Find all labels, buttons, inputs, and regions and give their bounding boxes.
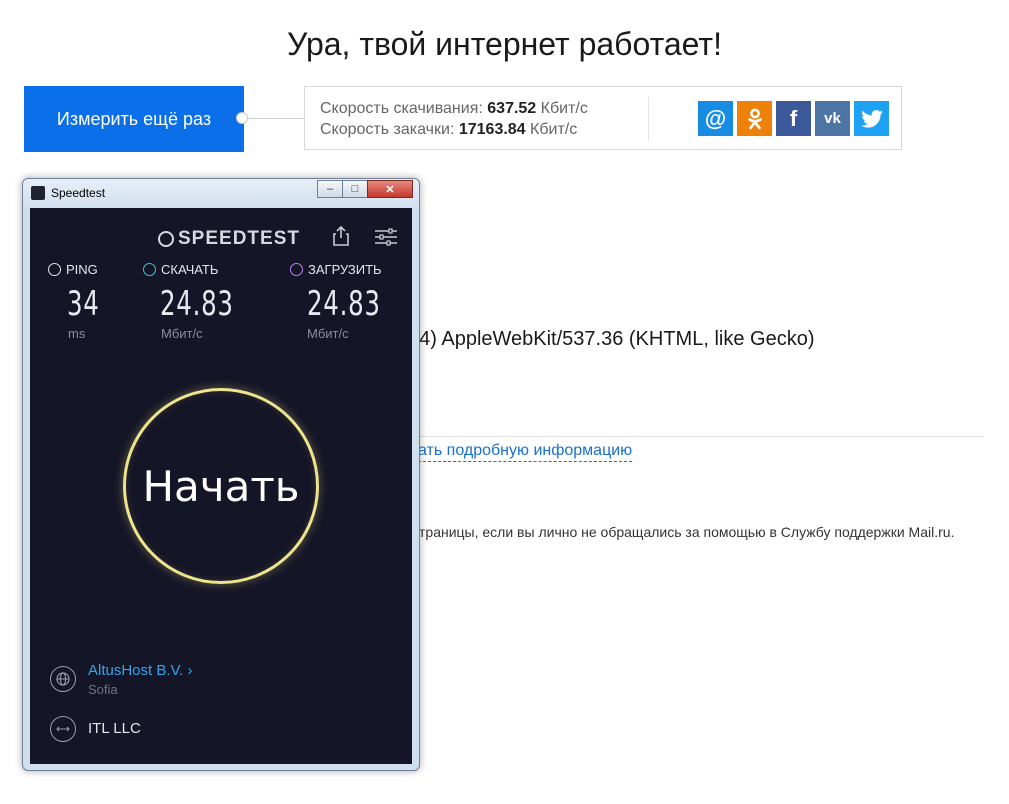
speedtest-logo: SPEEDTEST [158, 228, 300, 250]
speedtest-app: SPEEDTEST PING 34 ms СКАЧАТЬ 24.83 Мбит/… [30, 208, 412, 764]
download-label-row: СКАЧАТЬ [143, 262, 218, 277]
speedtest-app-icon [31, 186, 45, 200]
section-divider [410, 436, 984, 437]
connection-icon [50, 716, 76, 742]
upload-label-row: ЗАГРУЗИТЬ [290, 262, 382, 277]
server-name-link[interactable]: AltusHost B.V. › [88, 662, 193, 679]
globe-icon [50, 666, 76, 692]
upload-speed-unit: Кбит/с [530, 121, 578, 138]
vk-icon: vk [824, 110, 841, 127]
ping-icon [48, 263, 61, 276]
start-test-label: Начать [142, 461, 300, 511]
upload-arrow-icon [290, 263, 303, 276]
share-vk-button[interactable]: vk [815, 101, 850, 136]
minimize-button[interactable]: – [317, 180, 343, 198]
download-value: 24.83 [160, 284, 234, 324]
upload-unit: Мбит/с [307, 326, 349, 341]
server-city: Sofia [88, 682, 118, 697]
settings-sliders-icon[interactable] [375, 228, 397, 246]
share-mail-button[interactable]: @ [698, 101, 733, 136]
close-button[interactable]: ✕ [367, 180, 413, 198]
page-title: Ура, твой интернет работает! [287, 26, 722, 62]
detail-info-link[interactable]: ать подробную информацию [418, 442, 633, 462]
share-facebook-button[interactable]: f [776, 101, 811, 136]
speed-lines: Скорость скачивания: 637.52 Кбит/с Скоро… [320, 98, 588, 140]
upload-speed-label: Скорость закачки: [320, 121, 455, 138]
gauge-icon [158, 231, 174, 247]
retest-button[interactable]: Измерить ещё раз [24, 86, 244, 152]
ping-label-row: PING [48, 262, 98, 277]
speedtest-logo-text: SPEEDTEST [178, 228, 300, 249]
ping-unit: ms [68, 326, 86, 341]
window-titlebar[interactable]: Speedtest – □ ✕ [23, 179, 419, 207]
speed-result-box: Скорость скачивания: 637.52 Кбит/с Скоро… [304, 86, 902, 150]
upload-speed-value: 17163.84 [458, 121, 526, 138]
upload-speed-row: Скорость закачки: 17163.84 Кбит/с [320, 119, 588, 140]
ping-value: 34 [67, 284, 100, 324]
share-icon[interactable] [332, 226, 350, 246]
result-divider [648, 97, 649, 141]
download-speed-row: Скорость скачивания: 637.52 Кбит/с [320, 98, 588, 119]
speedtest-window: Speedtest – □ ✕ SPEEDTEST PING 34 ms СКА… [22, 178, 420, 771]
user-agent-text: 54) AppleWebKit/537.36 (KHTML, like Geck… [408, 328, 815, 350]
connector-dot [236, 112, 248, 124]
download-label: СКАЧАТЬ [161, 262, 219, 277]
upload-value: 24.83 [307, 284, 381, 324]
connector-line [248, 118, 304, 119]
odnoklassniki-icon [747, 108, 762, 129]
start-test-button[interactable]: Начать [123, 388, 319, 584]
download-speed-value: 637.52 [487, 100, 537, 117]
share-twitter-button[interactable] [854, 101, 889, 136]
window-title: Speedtest [51, 186, 106, 200]
share-ok-button[interactable] [737, 101, 772, 136]
facebook-icon: f [789, 105, 798, 131]
mail-icon: @ [704, 105, 727, 131]
twitter-icon [860, 109, 883, 128]
ping-label: PING [66, 262, 98, 277]
share-buttons: @ f vk [698, 101, 889, 136]
maximize-button[interactable]: □ [342, 180, 368, 198]
download-arrow-icon [143, 263, 156, 276]
support-note: страницы, если вы лично не обращались за… [412, 524, 955, 540]
upload-label: ЗАГРУЗИТЬ [308, 262, 382, 277]
isp-name: ITL LLC [88, 720, 141, 737]
download-speed-unit: Кбит/с [540, 100, 588, 117]
download-speed-label: Скорость скачивания: [320, 100, 483, 117]
window-controls: – □ ✕ [317, 180, 413, 198]
download-unit: Мбит/с [161, 326, 203, 341]
